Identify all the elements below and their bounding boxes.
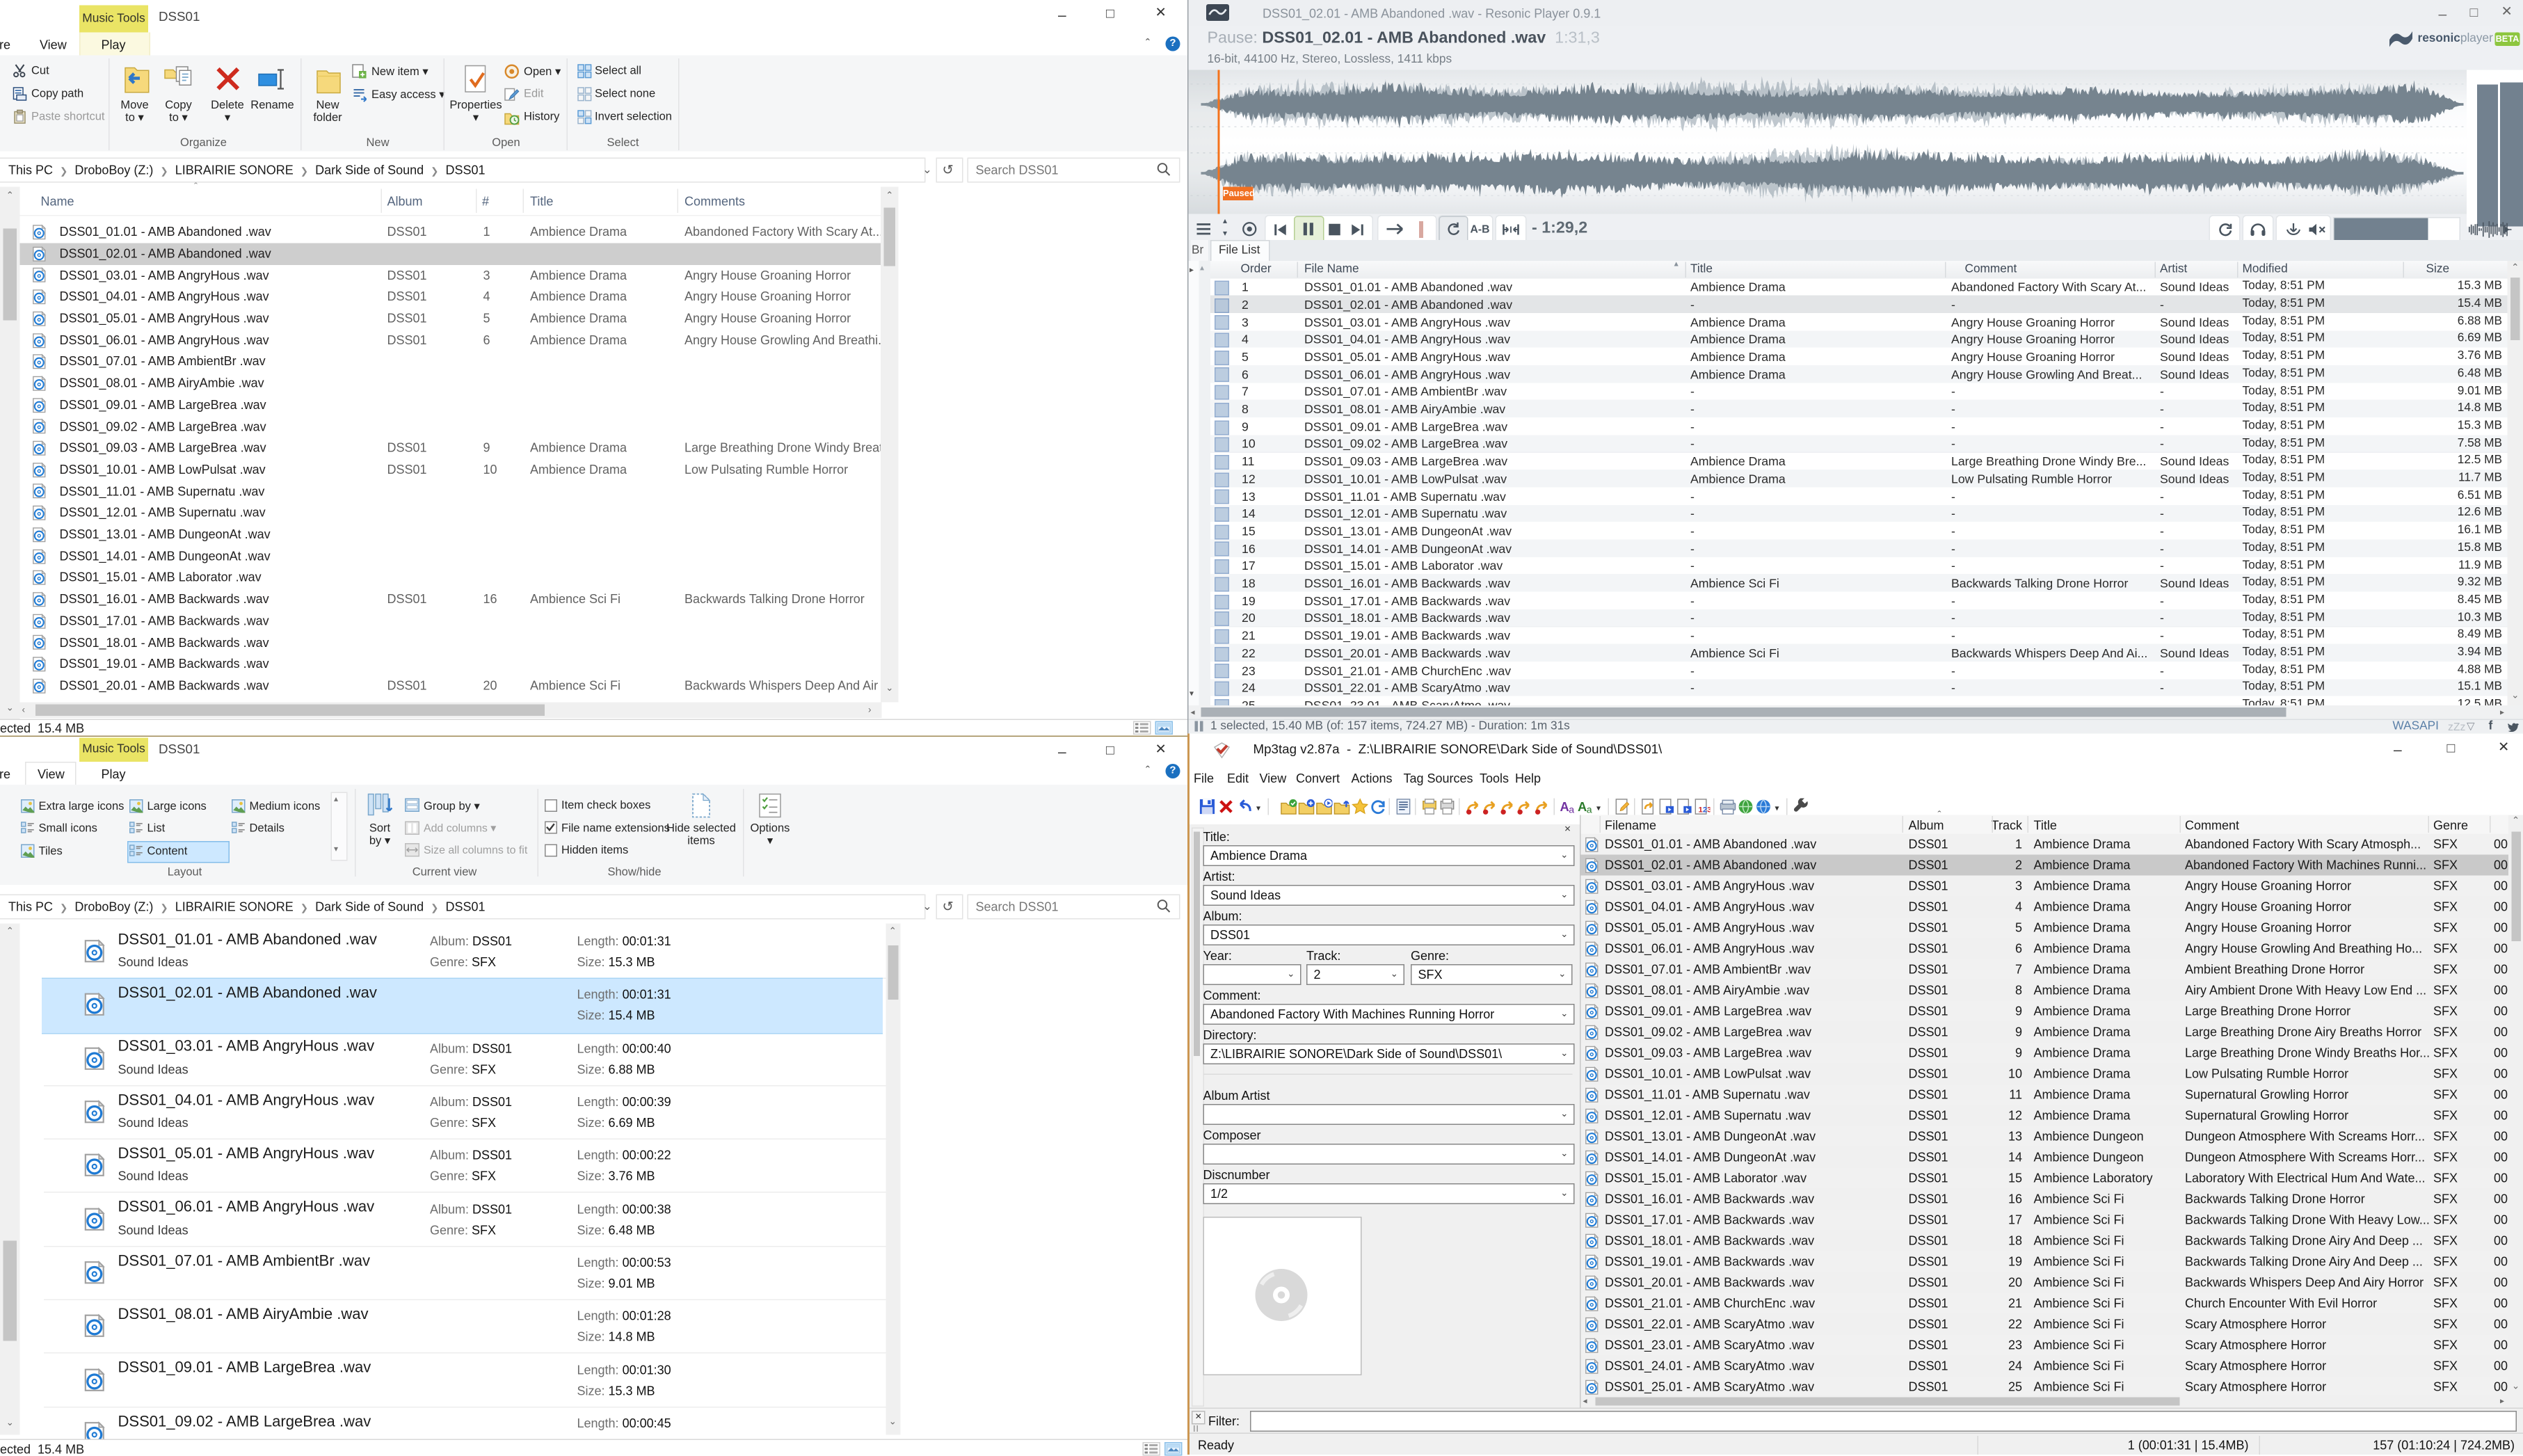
svg-text:a: a	[1587, 804, 1592, 815]
svg-text:A: A	[1560, 799, 1569, 814]
svg-text:A: A	[1578, 799, 1587, 814]
svg-text:123: 123	[1699, 806, 1711, 814]
svg-text:a: a	[1569, 804, 1574, 815]
